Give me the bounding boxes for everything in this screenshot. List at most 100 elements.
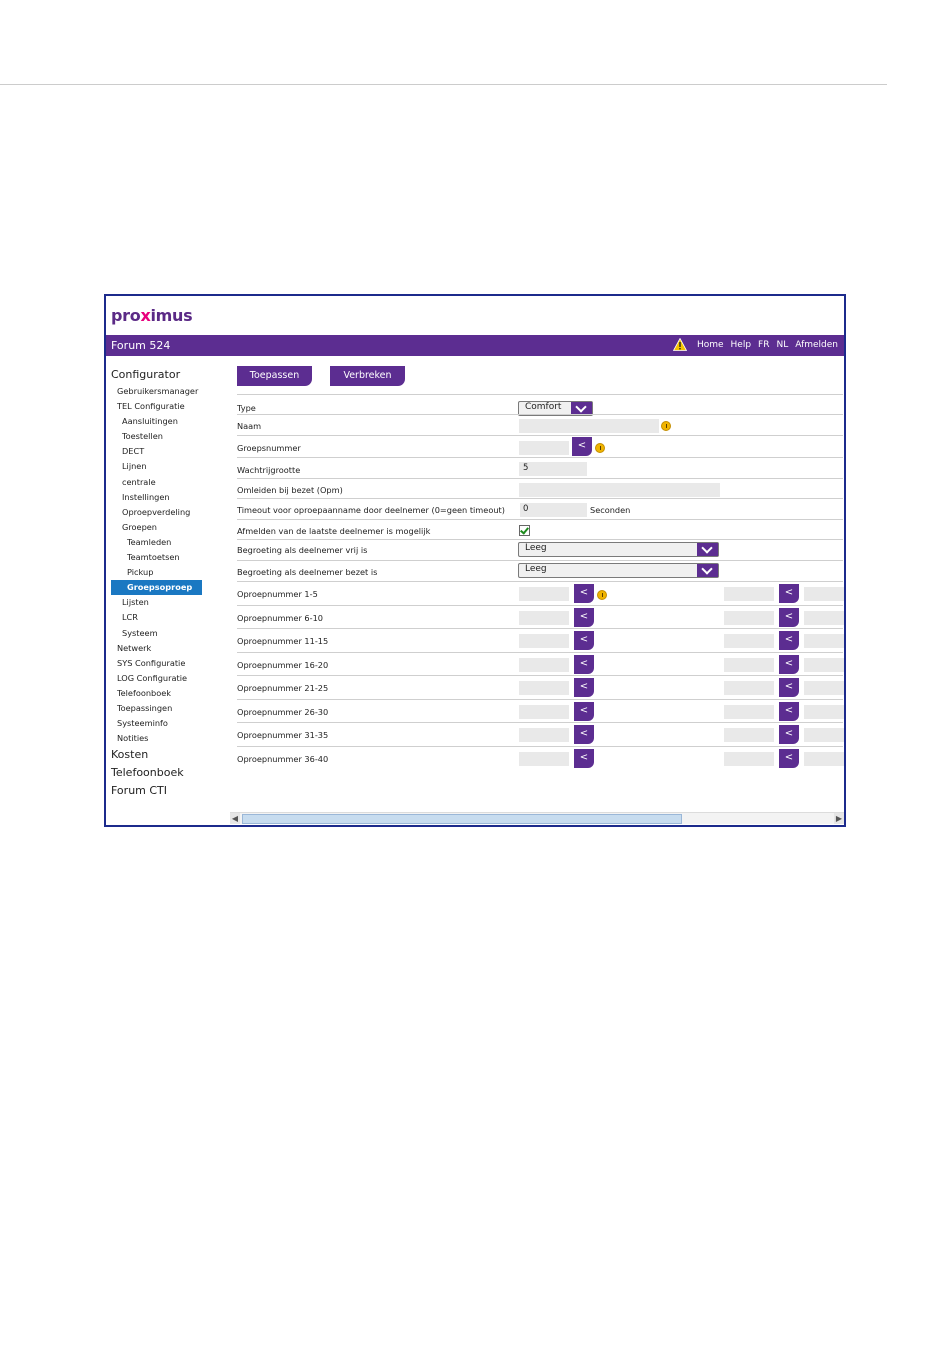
cancel-button[interactable]: Verbreken [330, 366, 405, 386]
select-arrow-button[interactable]: < [574, 701, 594, 721]
sidebar-item-lijsten[interactable]: Lijsten [111, 595, 211, 610]
nav-nl-link[interactable]: NL [776, 340, 788, 350]
oproepnummer-input[interactable] [519, 728, 569, 742]
sidebar-item-toestellen[interactable]: Toestellen [111, 429, 211, 444]
info-icon [661, 421, 671, 431]
scrollbar-thumb[interactable] [242, 814, 682, 824]
select-arrow-button[interactable]: < [779, 725, 799, 744]
select-arrow-button[interactable]: < [574, 725, 594, 744]
nav-help-link[interactable]: Help [731, 340, 752, 350]
oproepnummer-input[interactable] [519, 587, 569, 601]
oproepnummer-input-2[interactable] [724, 681, 774, 695]
sidebar-item-telefoonboek[interactable]: Telefoonboek [111, 686, 211, 701]
nav-fr-link[interactable]: FR [758, 340, 769, 350]
row-oproepnummer: Oproepnummer 16-20 < < [237, 651, 844, 676]
sidebar-item-centrale[interactable]: centrale [111, 475, 211, 490]
oproepnummer-input-2[interactable] [724, 657, 774, 672]
sidebar-item-forum-cti[interactable]: Forum CTI [111, 782, 211, 800]
sidebar-item-systeem[interactable]: Systeem [111, 626, 211, 641]
oproepnummer-label: Oproepnummer 31-35 [237, 730, 329, 740]
begroeting-bezet-select[interactable]: Leeg [518, 563, 719, 578]
apply-button[interactable]: Toepassen [237, 366, 312, 386]
groepsnummer-input[interactable] [519, 441, 569, 455]
scroll-left-icon[interactable]: ◀ [230, 813, 240, 824]
select-arrow-button[interactable]: < [574, 607, 594, 627]
horizontal-scrollbar[interactable]: ◀ ▶ [230, 812, 844, 824]
select-arrow-button[interactable]: < [574, 654, 594, 674]
oproepnummer-label: Oproepnummer 36-40 [237, 753, 329, 764]
sidebar-item-kosten[interactable]: Kosten [111, 746, 211, 764]
timeout-value: 0 [523, 504, 529, 514]
select-arrow-button[interactable]: < [779, 678, 799, 697]
sidebar-item-oproepverdeling[interactable]: Oproepverdeling [111, 505, 211, 520]
oproepnummer-input-3[interactable] [804, 728, 844, 742]
row-naam: Naam [237, 414, 843, 436]
sidebar-item-dect[interactable]: DECT [111, 444, 211, 459]
omleiden-input[interactable] [519, 483, 720, 497]
sidebar-item-tel-configuratie[interactable]: TEL Configuratie [111, 399, 211, 414]
sidebar-item-toepassingen[interactable]: Toepassingen [111, 701, 211, 716]
oproepnummer-input-3[interactable] [804, 587, 844, 601]
select-arrow-button[interactable]: < [779, 701, 799, 721]
sidebar-item-telefoonboek[interactable]: Telefoonboek [111, 764, 211, 782]
oproepnummer-input-3[interactable] [804, 634, 844, 648]
nav-logout-link[interactable]: Afmelden [795, 340, 838, 350]
sidebar-item-groepen[interactable]: Groepen [111, 520, 211, 535]
nav-home-link[interactable]: Home [697, 340, 724, 350]
row-wachtrij: Wachtrijgrootte 5 [237, 457, 843, 479]
sidebar-item-groepsoproep[interactable]: Groepsoproep [111, 580, 202, 596]
oproepnummer-input[interactable] [519, 751, 569, 766]
chevron-down-icon [697, 563, 718, 577]
oproepnummer-input-2[interactable] [724, 751, 774, 766]
oproepnummer-input-2[interactable] [724, 704, 774, 719]
select-arrow-button[interactable]: < [574, 678, 594, 697]
oproepnummer-input-3[interactable] [804, 681, 844, 695]
sidebar-item-systeeminfo[interactable]: Systeeminfo [111, 716, 211, 731]
oproepnummer-input[interactable] [519, 657, 569, 672]
select-arrow-button[interactable]: < [779, 631, 799, 650]
sidebar-item-lcr[interactable]: LCR [111, 610, 211, 625]
sidebar-item-instellingen[interactable]: Instellingen [111, 490, 211, 505]
oproepnummer-input-3[interactable] [804, 657, 844, 672]
sidebar-item-gebruikersmanager[interactable]: Gebruikersmanager [111, 384, 211, 399]
sidebar-item-teamtoetsen[interactable]: Teamtoetsen [111, 550, 211, 565]
oproepnummer-input-3[interactable] [804, 751, 844, 766]
sidebar-item-notities[interactable]: Notities [111, 731, 211, 746]
sidebar-item-sys-configuratie[interactable]: SYS Configuratie [111, 656, 211, 671]
oproepnummer-input-3[interactable] [804, 610, 844, 625]
wachtrij-input[interactable]: 5 [519, 462, 587, 476]
oproepnummer-input[interactable] [519, 634, 569, 648]
select-arrow-button[interactable]: < [779, 654, 799, 674]
oproepnummer-input-3[interactable] [804, 704, 844, 719]
naam-input[interactable] [519, 419, 659, 433]
select-arrow-button[interactable]: < [779, 607, 799, 627]
timeout-input[interactable]: 0 [520, 503, 587, 517]
oproepnummer-label: Oproepnummer 11-15 [237, 636, 329, 646]
select-arrow-button[interactable]: < [574, 748, 594, 768]
select-arrow-button[interactable]: < [574, 584, 594, 603]
select-arrow-button[interactable]: < [779, 748, 799, 768]
sidebar-item-log-configuratie[interactable]: LOG Configuratie [111, 671, 211, 686]
afmelden-checkbox[interactable] [519, 525, 530, 536]
sidebar-item-lijnen[interactable]: Lijnen [111, 459, 211, 474]
oproepnummer-input-2[interactable] [724, 728, 774, 742]
oproepnummer-input-2[interactable] [724, 610, 774, 625]
sidebar-item-pickup[interactable]: Pickup [111, 565, 211, 580]
sidebar-item-configurator[interactable]: Configurator [111, 366, 211, 384]
sidebar-item-netwerk[interactable]: Netwerk [111, 641, 211, 656]
oproepnummer-input-2[interactable] [724, 634, 774, 648]
sidebar-item-aansluitingen[interactable]: Aansluitingen [111, 414, 211, 429]
chevron-down-icon [697, 542, 718, 556]
select-arrow-button[interactable]: < [574, 631, 594, 650]
logo-bar: proximus [106, 296, 844, 335]
scroll-right-icon[interactable]: ▶ [834, 813, 844, 824]
select-arrow-button[interactable]: < [779, 584, 799, 603]
oproepnummer-input[interactable] [519, 681, 569, 695]
oproepnummer-input-2[interactable] [724, 587, 774, 601]
select-arrow-button[interactable]: < [572, 437, 592, 456]
warning-icon[interactable] [672, 338, 687, 351]
oproepnummer-input[interactable] [519, 610, 569, 625]
begroeting-vrij-select[interactable]: Leeg [518, 542, 719, 557]
oproepnummer-input[interactable] [519, 704, 569, 719]
sidebar-item-teamleden[interactable]: Teamleden [111, 535, 211, 550]
